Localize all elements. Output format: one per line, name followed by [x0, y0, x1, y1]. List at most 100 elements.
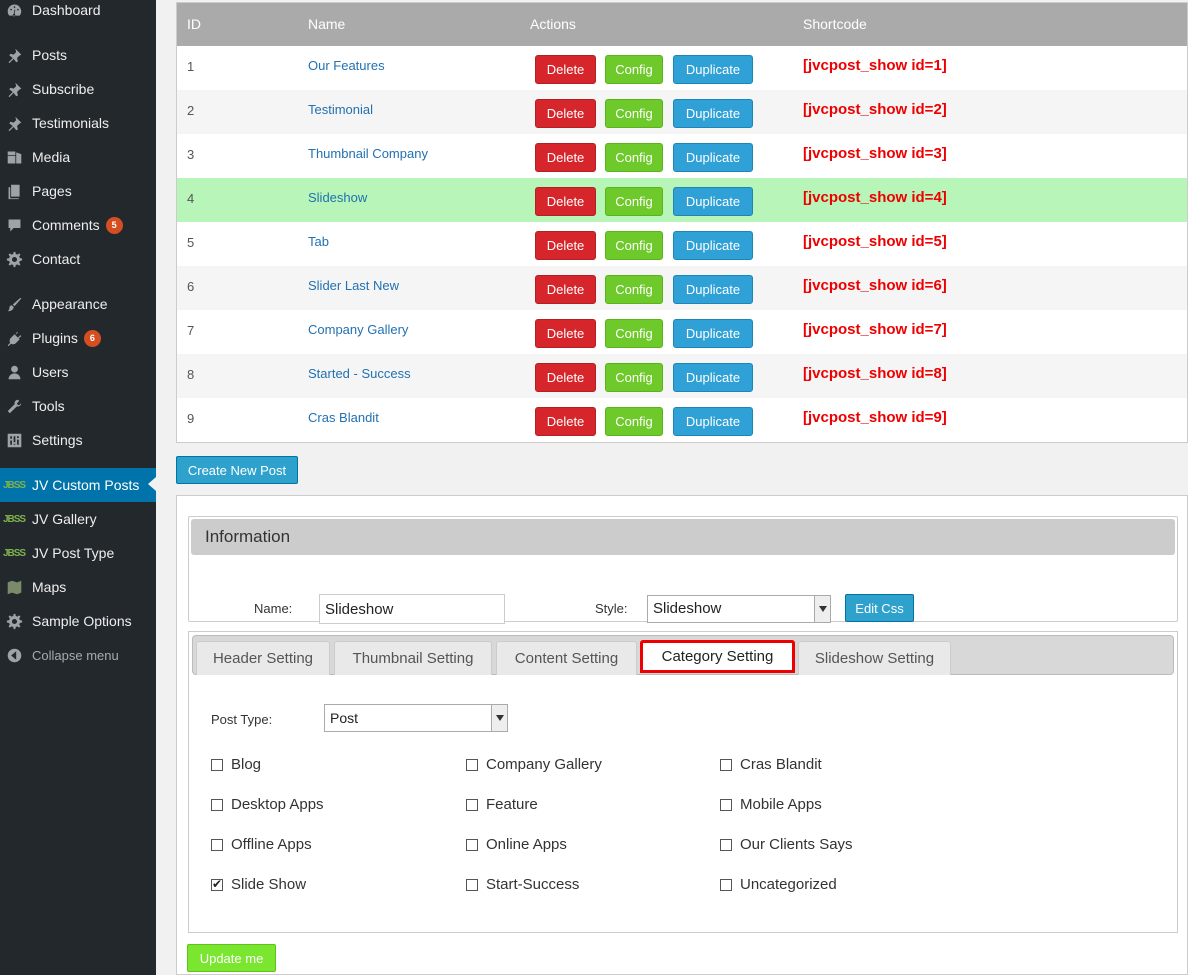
delete-button[interactable]: Delete	[535, 187, 596, 216]
config-button[interactable]: Config	[605, 407, 663, 436]
tab-content-setting[interactable]: Content Setting	[496, 641, 637, 675]
checkbox[interactable]	[466, 838, 478, 851]
menu-label: Collapse menu	[32, 647, 119, 663]
delete-button[interactable]: Delete	[535, 275, 596, 304]
delete-button[interactable]: Delete	[535, 363, 596, 392]
header-actions: Actions	[530, 16, 576, 32]
menu-appearance[interactable]: Appearance	[0, 288, 156, 320]
config-button[interactable]: Config	[605, 143, 663, 172]
menu-sample-options[interactable]: Sample Options	[0, 605, 156, 637]
header-name: Name	[308, 16, 346, 32]
delete-button[interactable]: Delete	[535, 319, 596, 348]
row-name-link[interactable]: Thumbnail Company	[308, 146, 428, 161]
menu-pages[interactable]: Pages	[0, 175, 156, 207]
menu-testimonials[interactable]: Testimonials	[0, 107, 156, 139]
duplicate-button[interactable]: Duplicate	[673, 187, 753, 216]
menu-label: Users	[32, 364, 69, 380]
duplicate-button[interactable]: Duplicate	[673, 275, 753, 304]
checkbox[interactable]	[466, 878, 478, 891]
create-new-post-button[interactable]: Create New Post	[176, 456, 298, 484]
menu-contact[interactable]: Contact	[0, 243, 156, 275]
category-checkbox-item[interactable]: Mobile Apps	[720, 796, 822, 813]
checkbox[interactable]	[466, 758, 478, 771]
row-name-link[interactable]: Slideshow	[308, 190, 367, 205]
checkbox[interactable]	[211, 838, 223, 851]
delete-button[interactable]: Delete	[535, 99, 596, 128]
checkbox[interactable]	[466, 798, 478, 811]
row-name-link[interactable]: Our Features	[308, 58, 385, 73]
duplicate-button[interactable]: Duplicate	[673, 319, 753, 348]
tab-slideshow-setting[interactable]: Slideshow Setting	[798, 641, 951, 675]
checkbox[interactable]	[720, 878, 732, 891]
menu-users[interactable]: Users	[0, 356, 156, 388]
row-name-link[interactable]: Started - Success	[308, 366, 411, 381]
menu-tools[interactable]: Tools	[0, 390, 156, 422]
row-name-link[interactable]: Cras Blandit	[308, 410, 379, 425]
edit-css-button[interactable]: Edit Css	[845, 594, 914, 622]
category-checkbox-item[interactable]: Start-Success	[466, 876, 579, 893]
category-checkbox-item[interactable]: Our Clients Says	[720, 836, 853, 853]
duplicate-button[interactable]: Duplicate	[673, 363, 753, 392]
row-name-link[interactable]: Slider Last New	[308, 278, 399, 293]
menu-jv-gallery[interactable]: JBSS JV Gallery	[0, 503, 156, 535]
config-button[interactable]: Config	[605, 319, 663, 348]
row-shortcode: [jvcpost_show id=7]	[803, 321, 947, 338]
config-button[interactable]: Config	[605, 187, 663, 216]
delete-button[interactable]: Delete	[535, 55, 596, 84]
style-select[interactable]: Slideshow	[647, 595, 831, 623]
menu-posts[interactable]: Posts	[0, 39, 156, 71]
checkbox[interactable]	[720, 758, 732, 771]
delete-button[interactable]: Delete	[535, 407, 596, 436]
menu-settings[interactable]: Settings	[0, 424, 156, 456]
row-name-link[interactable]: Tab	[308, 234, 329, 249]
duplicate-button[interactable]: Duplicate	[673, 55, 753, 84]
config-button[interactable]: Config	[605, 275, 663, 304]
menu-media[interactable]: Media	[0, 141, 156, 173]
category-checkbox-item[interactable]: Online Apps	[466, 836, 567, 853]
checkbox[interactable]	[720, 838, 732, 851]
checkbox[interactable]	[211, 758, 223, 771]
row-id: 5	[187, 235, 195, 250]
menu-jv-custom-posts[interactable]: JBSS JV Custom Posts	[0, 468, 156, 502]
name-input[interactable]	[319, 594, 505, 624]
category-checkbox-item[interactable]: Feature	[466, 796, 538, 813]
checkbox[interactable]	[211, 877, 223, 891]
post-type-select[interactable]: Post	[324, 704, 508, 732]
config-button[interactable]: Config	[605, 363, 663, 392]
row-name-link[interactable]: Testimonial	[308, 102, 373, 117]
menu-jv-post-type[interactable]: JBSS JV Post Type	[0, 537, 156, 569]
collapse-menu-button[interactable]: Collapse menu	[0, 639, 156, 671]
duplicate-button[interactable]: Duplicate	[673, 99, 753, 128]
row-name-link[interactable]: Company Gallery	[308, 322, 408, 337]
category-checkbox-item[interactable]: Desktop Apps	[211, 796, 324, 813]
checkbox-label: Offline Apps	[231, 836, 312, 853]
delete-button[interactable]: Delete	[535, 231, 596, 260]
config-button[interactable]: Config	[605, 55, 663, 84]
update-button[interactable]: Update me	[187, 944, 276, 972]
delete-button[interactable]: Delete	[535, 143, 596, 172]
tab-category-setting[interactable]: Category Setting	[640, 640, 795, 673]
category-checkbox-item[interactable]: Offline Apps	[211, 836, 312, 853]
menu-plugins[interactable]: Plugins 6	[0, 322, 156, 354]
category-checkbox-item[interactable]: Company Gallery	[466, 756, 602, 773]
category-checkbox-item[interactable]: Uncategorized	[720, 876, 837, 893]
tab-thumbnail-setting[interactable]: Thumbnail Setting	[334, 641, 492, 675]
menu-label: Comments	[32, 217, 100, 233]
category-checkbox-item[interactable]: Slide Show	[211, 876, 306, 893]
duplicate-button[interactable]: Duplicate	[673, 407, 753, 436]
checkbox[interactable]	[720, 798, 732, 811]
tab-header-setting[interactable]: Header Setting	[196, 641, 330, 675]
menu-comments[interactable]: Comments 5	[0, 209, 156, 241]
menu-label: Media	[32, 149, 71, 165]
category-checkbox-item[interactable]: Cras Blandit	[720, 756, 822, 773]
menu-subscribe[interactable]: Subscribe	[0, 73, 156, 105]
duplicate-button[interactable]: Duplicate	[673, 143, 753, 172]
checkbox[interactable]	[211, 798, 223, 811]
category-checkbox-item[interactable]: Blog	[211, 756, 261, 773]
menu-maps[interactable]: Maps	[0, 571, 156, 603]
duplicate-button[interactable]: Duplicate	[673, 231, 753, 260]
menu-dashboard[interactable]: Dashboard	[0, 0, 156, 26]
row-id: 9	[187, 411, 195, 426]
config-button[interactable]: Config	[605, 231, 663, 260]
config-button[interactable]: Config	[605, 99, 663, 128]
